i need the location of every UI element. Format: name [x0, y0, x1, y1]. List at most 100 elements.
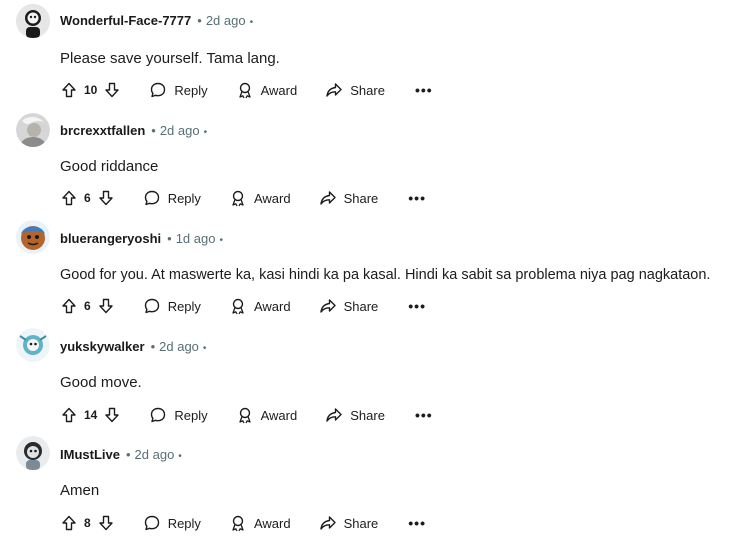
- comment-text: Amen: [60, 482, 100, 499]
- downvote-icon: [98, 515, 113, 531]
- avatar[interactable]: [16, 328, 50, 362]
- comment-actions: 8 Reply Award Share •••: [60, 511, 426, 535]
- comment-meta: yukskywalker • 2d ago •: [60, 338, 206, 358]
- more-options-button[interactable]: •••: [408, 190, 426, 206]
- reply-button[interactable]: Reply: [149, 81, 208, 99]
- upvote-button[interactable]: [60, 189, 78, 207]
- more-options-button[interactable]: •••: [415, 82, 433, 98]
- username[interactable]: IMustLive: [60, 447, 120, 462]
- award-button[interactable]: Award: [229, 189, 291, 207]
- username[interactable]: brcrexxtfallen: [60, 123, 145, 138]
- separator-dot: •: [151, 123, 156, 138]
- separator-dot: •: [203, 127, 208, 138]
- share-button[interactable]: Share: [325, 406, 385, 424]
- vote-count: 6: [84, 299, 91, 313]
- award-label: Award: [253, 515, 291, 531]
- share-label: Share: [343, 190, 379, 206]
- comment-actions: 14 Reply Award Share •••: [60, 403, 433, 427]
- avatar-image: [16, 436, 50, 470]
- award-button[interactable]: Award: [229, 514, 291, 532]
- downvote-button[interactable]: [103, 81, 121, 99]
- avatar[interactable]: [16, 4, 50, 38]
- more-options-button[interactable]: •••: [415, 407, 433, 423]
- reply-label: Reply: [167, 515, 201, 531]
- reply-button[interactable]: Reply: [149, 406, 208, 424]
- award-icon: [232, 298, 244, 315]
- timestamp[interactable]: 2d ago: [135, 447, 175, 462]
- downvote-button[interactable]: [97, 189, 115, 207]
- downvote-icon: [98, 298, 113, 314]
- more-options-button[interactable]: •••: [408, 515, 426, 531]
- vote-count: 6: [84, 191, 91, 205]
- upvote-icon: [62, 407, 76, 423]
- downvote-icon: [105, 82, 120, 98]
- timestamp[interactable]: 2d ago: [206, 13, 246, 28]
- share-icon: [326, 83, 342, 97]
- award-label: Award: [253, 190, 291, 206]
- upvote-icon: [62, 190, 76, 206]
- upvote-button[interactable]: [60, 406, 78, 424]
- reply-button[interactable]: Reply: [143, 297, 201, 315]
- award-label: Award: [260, 82, 298, 98]
- award-icon: [232, 515, 244, 532]
- share-label: Share: [350, 82, 385, 98]
- reply-icon: [144, 515, 159, 531]
- downvote-button[interactable]: [97, 297, 115, 315]
- vote-count: 10: [84, 83, 98, 97]
- award-button[interactable]: Award: [236, 81, 298, 99]
- comment-meta: brcrexxtfallen • 2d ago •: [60, 122, 207, 142]
- award-button[interactable]: Award: [236, 406, 298, 424]
- timestamp[interactable]: 2d ago: [160, 123, 200, 138]
- username[interactable]: Wonderful-Face-7777: [60, 13, 191, 28]
- separator-dot: •: [125, 447, 131, 462]
- downvote-button[interactable]: [97, 514, 115, 532]
- reply-button[interactable]: Reply: [143, 189, 201, 207]
- award-icon: [238, 82, 251, 99]
- reply-icon: [151, 82, 166, 98]
- avatar[interactable]: [16, 113, 50, 147]
- avatar[interactable]: [16, 220, 50, 254]
- award-icon: [232, 190, 244, 207]
- reply-label: Reply: [174, 407, 208, 423]
- downvote-icon: [98, 190, 113, 206]
- upvote-button[interactable]: [60, 297, 78, 315]
- separator-dot: •: [249, 17, 254, 28]
- award-label: Award: [260, 407, 298, 423]
- separator-dot: •: [202, 343, 207, 354]
- comment-meta: IMustLive • 2d ago •: [60, 446, 182, 466]
- share-label: Share: [343, 515, 379, 531]
- reply-icon: [151, 407, 166, 423]
- avatar[interactable]: [16, 436, 50, 470]
- comment-text: Good move.: [60, 374, 142, 391]
- username[interactable]: bluerangeryoshi: [60, 231, 161, 246]
- share-button[interactable]: Share: [325, 81, 385, 99]
- comment-text: Please save yourself. Tama lang.: [60, 50, 280, 67]
- share-button[interactable]: Share: [319, 297, 379, 315]
- upvote-icon: [62, 298, 76, 314]
- share-icon: [326, 408, 342, 422]
- upvote-icon: [62, 515, 76, 531]
- reply-button[interactable]: Reply: [143, 514, 201, 532]
- comment-text: Good for you. At maswerte ka, kasi hindi…: [60, 267, 711, 283]
- comment-actions: 6 Reply Award Share •••: [60, 294, 426, 318]
- award-button[interactable]: Award: [229, 297, 291, 315]
- more-options-button[interactable]: •••: [408, 298, 426, 314]
- avatar-image: [16, 4, 50, 38]
- timestamp[interactable]: 2d ago: [159, 339, 199, 354]
- share-button[interactable]: Share: [319, 514, 379, 532]
- comment-meta: bluerangeryoshi • 1d ago •: [60, 230, 223, 250]
- share-button[interactable]: Share: [319, 189, 379, 207]
- share-icon: [319, 299, 336, 313]
- timestamp[interactable]: 1d ago: [176, 231, 216, 246]
- separator-dot: •: [219, 235, 223, 246]
- downvote-button[interactable]: [103, 406, 121, 424]
- upvote-button[interactable]: [60, 81, 78, 99]
- share-icon: [319, 516, 336, 530]
- downvote-icon: [105, 407, 120, 423]
- separator-dot: •: [167, 231, 172, 246]
- share-label: Share: [343, 298, 379, 314]
- avatar-image: [16, 113, 50, 147]
- username[interactable]: yukskywalker: [60, 339, 145, 354]
- upvote-button[interactable]: [60, 514, 78, 532]
- comment-actions: 6 Reply Award Share •••: [60, 186, 426, 210]
